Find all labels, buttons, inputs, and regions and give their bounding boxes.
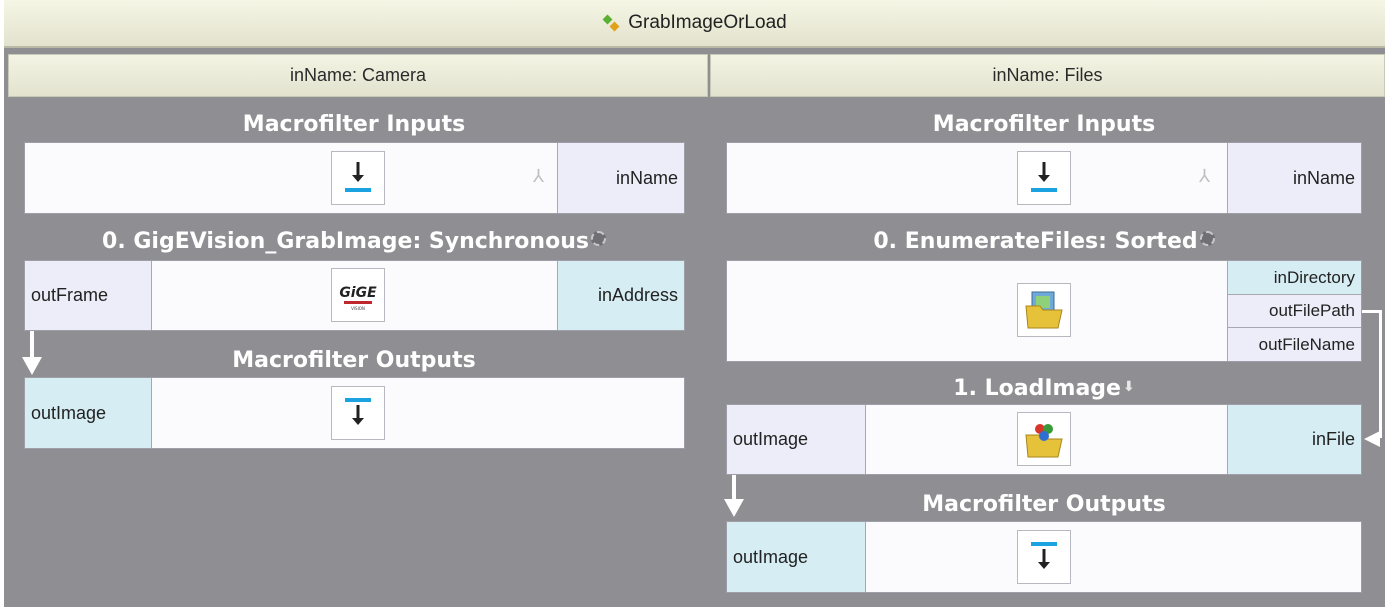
output-port-outImage[interactable]: outImage (727, 522, 866, 592)
output-port-outFileName[interactable]: outFileName (1228, 328, 1361, 361)
filter-title-text: 0. GigEVision_GrabImage: Synchronous (102, 229, 589, 254)
port-label: outFrame (31, 285, 109, 305)
gear-icon[interactable] (590, 231, 606, 246)
output-port-outFrame[interactable]: outFrame (25, 261, 152, 330)
macro-diamond-icon (602, 14, 620, 32)
macrofilter-outputs-block[interactable]: outImage (24, 377, 685, 449)
input-arrow-icon (1017, 151, 1071, 205)
filter-block-loadimage[interactable]: outImage inFile (726, 404, 1362, 475)
input-port-inDirectory[interactable]: inDirectory (1228, 261, 1361, 295)
output-port-outFilePath[interactable]: outFilePath (1228, 295, 1361, 328)
load-image-icon (1017, 412, 1071, 466)
down-arrow-icon: ⬇ (1122, 379, 1135, 395)
gige-logo-text: GiGE (339, 285, 377, 301)
svg-text:VISION: VISION (351, 306, 365, 311)
filter-title-enumeratefiles: 0. EnumerateFiles: Sorted (726, 229, 1362, 254)
variant-header-label: inName: Camera (289, 65, 427, 85)
port-label: inDirectory (1273, 267, 1355, 287)
folder-image-icon (1017, 283, 1071, 337)
port-label: inName (1292, 167, 1355, 188)
variant-header-label: inName: Files (992, 65, 1103, 85)
variant-header-files[interactable]: inName: Files (710, 54, 1385, 97)
gige-logo-icon: GiGE VISION (331, 268, 385, 322)
macrofilter-inputs-block[interactable]: ⅄ inName (726, 142, 1362, 214)
input-arrow-icon (331, 151, 385, 205)
macrofilter-outputs-block[interactable]: outImage (726, 521, 1362, 593)
branch-icon: ⅄ (1199, 166, 1210, 186)
section-title-inputs: Macrofilter Inputs (932, 112, 1156, 137)
filter-block-enumeratefiles[interactable]: inDirectory outFilePath outFileName (726, 260, 1362, 362)
port-label: outImage (31, 402, 107, 423)
port-label: outFileName (1258, 334, 1355, 354)
output-port-outImage[interactable]: outImage (727, 405, 866, 474)
filter-port-list: inDirectory outFilePath outFileName (1227, 261, 1361, 361)
branch-icon: ⅄ (533, 166, 544, 186)
output-arrow-icon (1017, 530, 1071, 584)
filter-block-gigevision[interactable]: outFrame GiGE VISION inAddress (24, 260, 685, 331)
port-label: inFile (1311, 429, 1355, 449)
window-title: GrabImageOrLoad (628, 12, 787, 33)
filter-title-gigevision: 0. GigEVision_GrabImage: Synchronous (24, 229, 684, 254)
output-port-outImage[interactable]: outImage (25, 378, 152, 448)
input-port-inAddress[interactable]: inAddress (557, 261, 684, 330)
section-title-inputs: Macrofilter Inputs (242, 112, 466, 137)
section-title-outputs: Macrofilter Outputs (922, 492, 1166, 517)
connection-line (1379, 310, 1382, 438)
input-port-inName[interactable]: inName (1227, 143, 1361, 213)
port-label: outImage (733, 429, 809, 449)
port-label: outImage (733, 546, 809, 567)
port-label: inAddress (597, 285, 678, 305)
filter-title-text: 1. LoadImage (953, 376, 1121, 401)
port-label: inName (615, 167, 678, 188)
filter-title-loadimage: 1. LoadImage ⬇ (726, 376, 1362, 401)
filter-title-text: 0. EnumerateFiles: Sorted (873, 229, 1198, 254)
port-label: outFilePath (1269, 301, 1355, 320)
macrofilter-editor: GrabImageOrLoad inName: Camera inName: F… (4, 0, 1385, 607)
gear-icon[interactable] (1199, 231, 1215, 246)
macrofilter-inputs-block[interactable]: ⅄ inName (24, 142, 685, 214)
window-title-bar: GrabImageOrLoad (4, 0, 1385, 48)
variant-header-camera[interactable]: inName: Camera (8, 54, 708, 97)
connection-arrow-icon (1364, 431, 1380, 447)
output-arrow-icon (331, 386, 385, 440)
input-port-inFile[interactable]: inFile (1227, 405, 1361, 474)
section-title-outputs: Macrofilter Outputs (232, 348, 476, 373)
input-port-inName[interactable]: inName (557, 143, 684, 213)
